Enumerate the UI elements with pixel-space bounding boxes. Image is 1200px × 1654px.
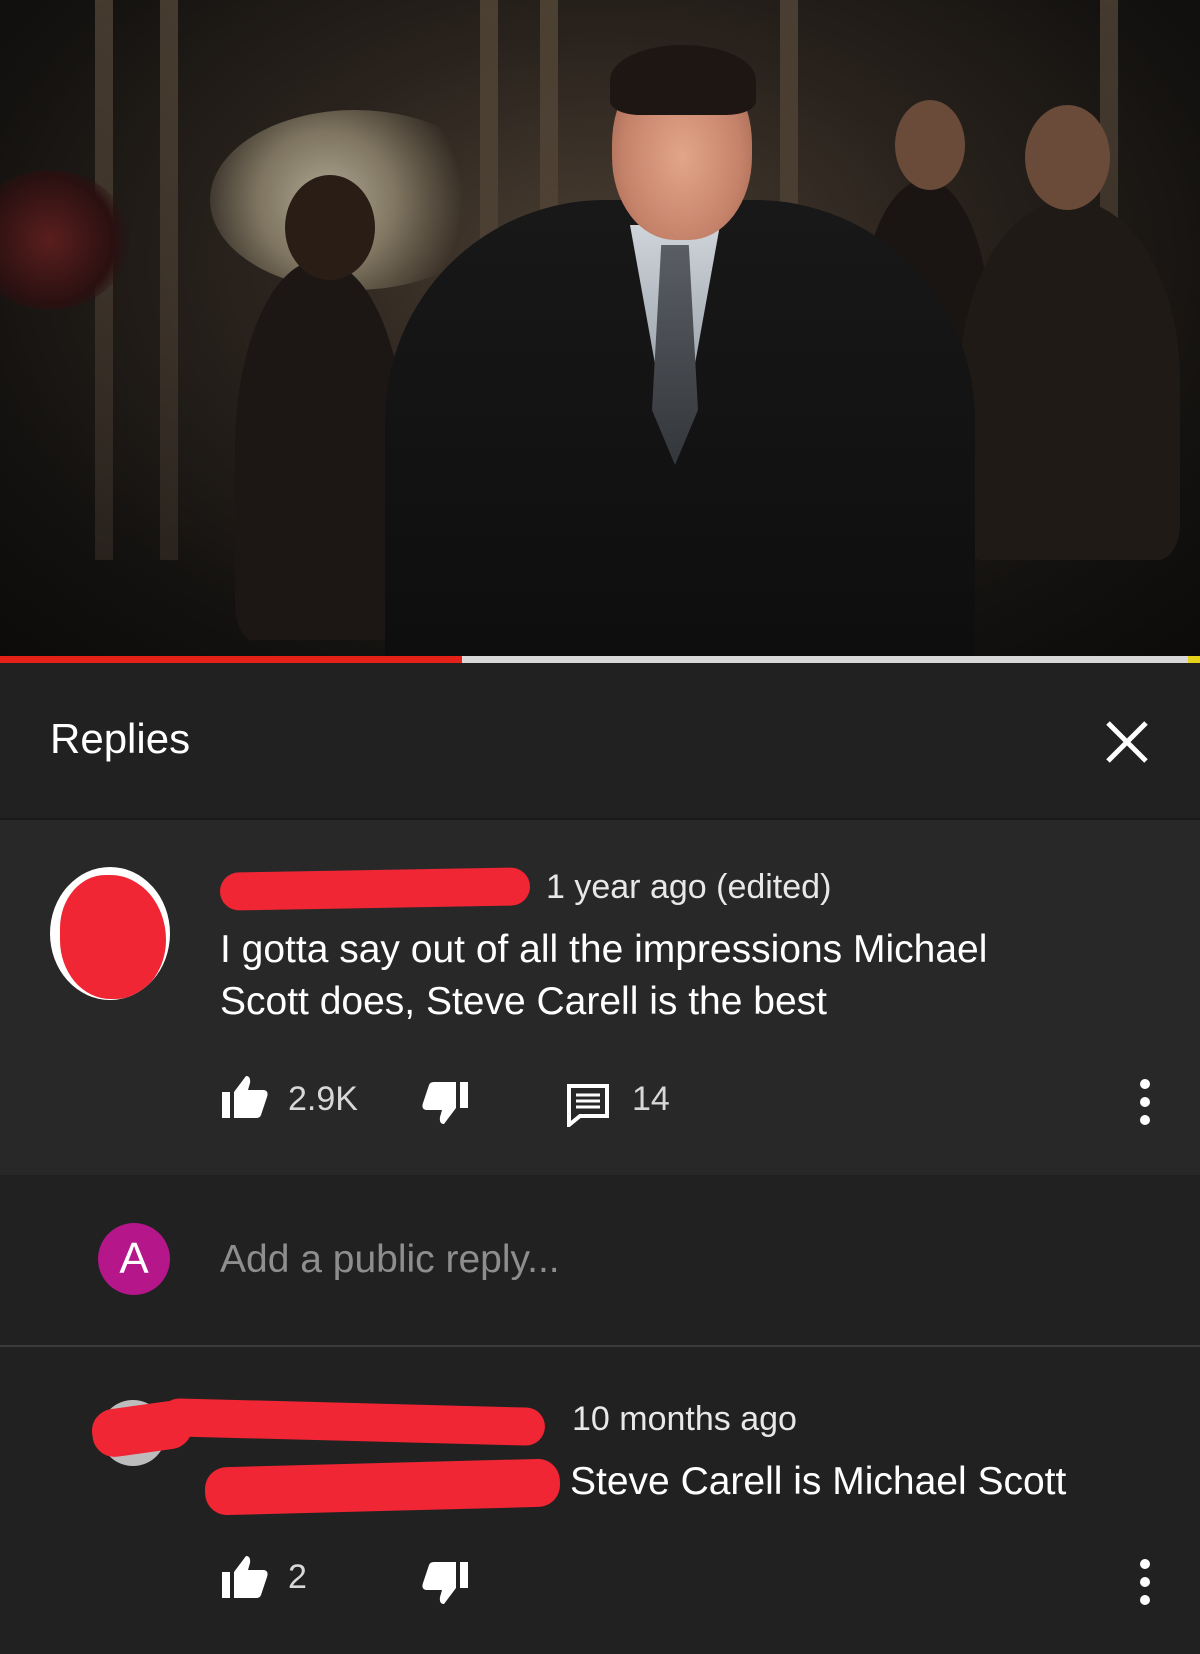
thumbs-down-icon — [422, 1082, 468, 1124]
close-icon — [1106, 721, 1148, 763]
redacted-username — [219, 867, 531, 911]
close-button[interactable] — [1100, 715, 1154, 769]
comment-timestamp: 1 year ago (edited) — [546, 868, 832, 906]
reply-more-button[interactable] — [1130, 1555, 1160, 1609]
video-progress-segment — [1188, 656, 1200, 663]
page-title: Replies — [50, 715, 191, 762]
reply-count-button[interactable] — [566, 1083, 610, 1130]
reply-text: Steve Carell is Michael Scott — [570, 1460, 1067, 1503]
video-player[interactable] — [0, 0, 1200, 656]
video-progress-bar[interactable] — [0, 656, 462, 663]
reply-timestamp: 10 months ago — [572, 1400, 797, 1438]
thumbs-up-icon — [222, 1076, 268, 1118]
reply-input[interactable] — [220, 1230, 1120, 1290]
redacted-mention — [204, 1458, 561, 1516]
reply-dislike-button[interactable] — [420, 1560, 470, 1606]
reply-like-button[interactable] — [220, 1554, 270, 1600]
thumbs-down-icon — [422, 1562, 468, 1604]
dislike-button[interactable] — [420, 1080, 470, 1126]
comment-icon — [567, 1084, 609, 1130]
reply-count: 14 — [632, 1080, 670, 1118]
user-avatar: A — [98, 1223, 170, 1295]
reply-like-count: 2 — [288, 1558, 307, 1596]
more-vert-icon — [1140, 1079, 1150, 1125]
more-vert-icon — [1140, 1559, 1150, 1605]
avatar[interactable] — [50, 867, 170, 1000]
comment-text-line-2: Scott does, Steve Carell is the best — [220, 980, 827, 1023]
comment-more-button[interactable] — [1130, 1075, 1160, 1129]
like-count: 2.9K — [288, 1080, 358, 1118]
comment-text-line-1: I gotta say out of all the impressions M… — [220, 928, 988, 971]
thumbs-up-icon — [222, 1556, 268, 1598]
like-button[interactable] — [220, 1074, 270, 1120]
